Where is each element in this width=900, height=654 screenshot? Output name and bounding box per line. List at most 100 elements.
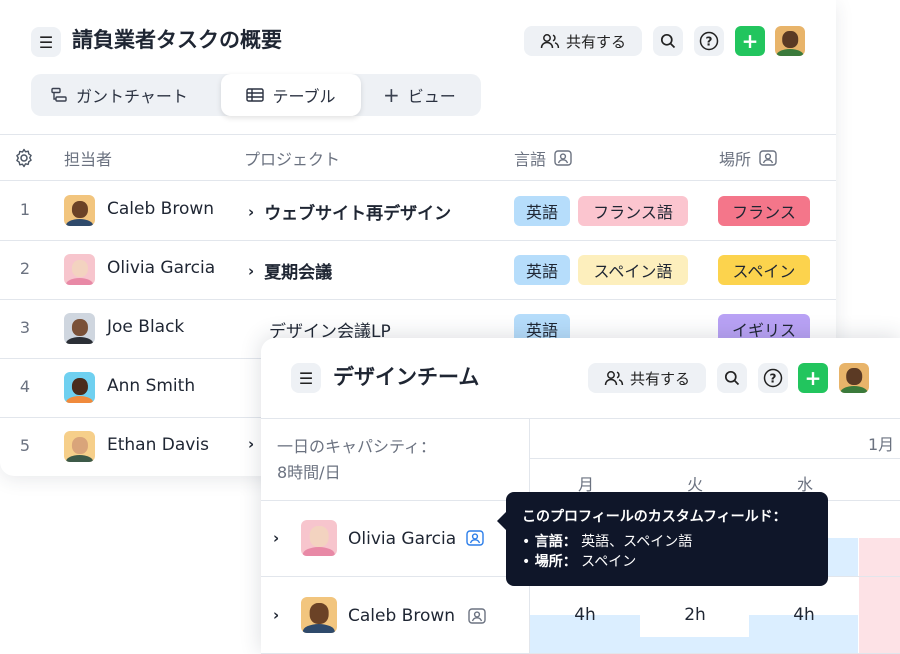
table-row[interactable]: 2 Olivia Garcia › 夏期会議 英語 スペイン語 スペイン (0, 240, 836, 299)
project-cell[interactable]: › ウェブサイト再デザイン (248, 199, 452, 225)
weekend-column (859, 538, 900, 654)
avatar-body (302, 547, 336, 556)
help-icon: ? (763, 368, 783, 388)
avatar-face (71, 436, 88, 454)
share-label: 共有する (629, 369, 690, 388)
tab-gantt-label: ガントチャート (76, 87, 188, 106)
person-name: Olivia Garcia (348, 529, 457, 549)
avatar-face (309, 603, 329, 624)
users-icon (540, 34, 560, 49)
avatar (64, 431, 95, 462)
chevron-right-icon[interactable]: › (248, 203, 254, 221)
share-button[interactable]: 共有する (588, 363, 706, 393)
row-number: 1 (19, 200, 31, 219)
avatar-body (65, 454, 94, 462)
language-tag: 英語 (514, 196, 570, 226)
column-header-project[interactable]: プロジェクト (244, 146, 340, 170)
tooltip-item: • 場所： スペイン (522, 554, 637, 570)
project-cell[interactable]: › (248, 435, 254, 453)
capacity-title: 一日のキャパシティ： (277, 437, 437, 456)
avatar-face (309, 526, 329, 547)
search-icon (660, 33, 676, 49)
add-button[interactable]: + (735, 26, 765, 56)
language-tag: フランス語 (578, 196, 688, 226)
table-icon (246, 88, 265, 102)
tab-add-view-label: ビュー (407, 87, 456, 106)
column-header-location-label: 場所 (719, 150, 752, 169)
chevron-right-icon[interactable]: › (248, 262, 254, 280)
user-avatar[interactable] (839, 363, 869, 393)
search-button[interactable] (653, 26, 683, 56)
column-header-location[interactable]: 場所 (719, 146, 777, 170)
avatar-body (65, 277, 94, 285)
column-header-language[interactable]: 言語 (514, 146, 572, 170)
person-name: Joe Black (107, 317, 185, 337)
help-button[interactable]: ? (758, 363, 788, 393)
menu-button[interactable]: ☰ (291, 363, 321, 393)
tab-table-label: テーブル (272, 87, 336, 106)
share-button[interactable]: 共有する (524, 26, 642, 56)
gear-icon[interactable] (14, 148, 34, 168)
avatar-body (840, 385, 868, 393)
user-avatar[interactable] (775, 26, 805, 56)
tooltip-item-key: 場所： (534, 554, 577, 570)
custom-fields-tooltip: このプロフィールのカスタムフィールド： • 言語： 英語、スペイン語 • 場所：… (497, 492, 828, 586)
panel-title: デザインチーム (333, 365, 480, 389)
row-number: 5 (19, 436, 31, 455)
svg-text:?: ? (770, 372, 777, 386)
tooltip-item-value: スペイン (581, 554, 637, 570)
project-name: ウェブサイト再デザイン (264, 204, 452, 224)
tab-gantt[interactable]: ガントチャート (51, 74, 188, 116)
avatar-face (71, 377, 88, 395)
avatar-face (846, 368, 862, 386)
avatar (301, 520, 337, 556)
hours-cell[interactable]: 4h (750, 577, 858, 653)
hours-cell[interactable]: 2h (641, 577, 749, 653)
avatar-face (71, 318, 88, 336)
tooltip-item-key: 言語： (534, 534, 577, 550)
table-row[interactable]: 1 Caleb Brown › ウェブサイト再デザイン 英語 フランス語 フランス (0, 181, 836, 240)
person-name: Olivia Garcia (107, 258, 216, 278)
avatar-body (776, 48, 804, 56)
chevron-right-icon[interactable]: › (273, 529, 279, 547)
tooltip-title: このプロフィールのカスタムフィールド： (522, 509, 787, 525)
person-name: Caleb Brown (107, 199, 215, 219)
project-name: 夏期会議 (264, 263, 333, 283)
menu-button[interactable]: ☰ (31, 27, 61, 57)
avatar-body (65, 218, 94, 226)
tab-add-view[interactable]: + ビュー (383, 74, 456, 116)
hamburger-icon: ☰ (298, 368, 314, 388)
users-icon (604, 371, 624, 386)
calendar-cell (859, 501, 900, 539)
row-number: 3 (19, 318, 31, 337)
person-name: Ann Smith (107, 376, 196, 396)
divider (0, 134, 836, 135)
row-number: 2 (19, 259, 31, 278)
profile-field-icon[interactable] (468, 608, 486, 624)
avatar-body (302, 624, 336, 633)
page-title: 請負業者タスクの概要 (72, 28, 282, 52)
person-name: Ethan Davis (107, 435, 209, 455)
capacity-label: 一日のキャパシティ： 8時間/日 (277, 434, 517, 486)
avatar (301, 597, 337, 633)
help-button[interactable]: ? (694, 26, 724, 56)
plus-icon: + (804, 366, 822, 390)
profile-field-icon (759, 150, 777, 166)
help-icon: ? (699, 31, 719, 51)
tab-table[interactable]: テーブル (221, 74, 361, 116)
svg-text:?: ? (706, 35, 713, 49)
profile-field-icon[interactable] (466, 530, 484, 546)
plus-icon: + (383, 83, 400, 107)
hours-cell[interactable]: 4h (531, 577, 639, 653)
chevron-right-icon[interactable]: › (273, 606, 279, 624)
language-tag: 英語 (514, 255, 570, 285)
location-tag: フランス (718, 196, 810, 226)
avatar-body (65, 336, 94, 344)
search-icon (724, 370, 740, 386)
chevron-right-icon[interactable]: › (248, 435, 254, 453)
column-header-assignee[interactable]: 担当者 (64, 146, 112, 170)
project-cell[interactable]: › 夏期会議 (248, 258, 333, 284)
profile-field-icon (554, 150, 572, 166)
add-button[interactable]: + (798, 363, 828, 393)
search-button[interactable] (717, 363, 747, 393)
